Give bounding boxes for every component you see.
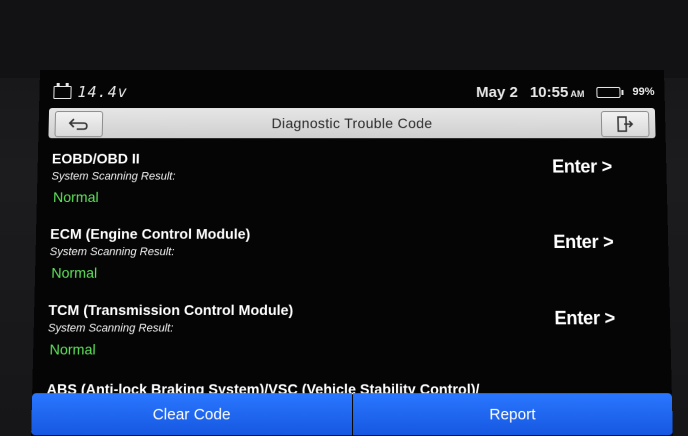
back-arrow-icon: [68, 118, 88, 130]
scan-label: System Scanning Result:: [47, 322, 174, 335]
clear-code-button[interactable]: Clear Code: [31, 393, 352, 436]
status-date: May 2: [476, 83, 518, 101]
scan-result: Normal: [49, 340, 96, 358]
battery-percent: 99%: [632, 85, 655, 98]
module-item-abs[interactable]: ABS (Anti-lock Braking System)/VSC (Vehi…: [32, 374, 672, 396]
module-item-tcm[interactable]: TCM (Transmission Control Module) System…: [33, 297, 672, 374]
exit-door-icon: [615, 115, 635, 133]
module-name: ECM (Engine Control Module): [50, 225, 251, 242]
title-bar: Diagnostic Trouble Code: [48, 108, 656, 139]
page-title: Diagnostic Trouble Code: [271, 115, 433, 132]
battery-icon: [596, 86, 621, 98]
status-ampm: AM: [570, 88, 585, 99]
car-battery-icon: [53, 85, 72, 99]
status-right: May 2 10:55 AM 99%: [476, 83, 655, 100]
report-button[interactable]: Report: [352, 393, 673, 436]
module-name: EOBD/OBD II: [51, 150, 140, 167]
device-photo: 14.4v May 2 10:55 AM 99% Diagnostic Troub…: [0, 0, 688, 436]
enter-button[interactable]: Enter >: [554, 308, 615, 330]
enter-button[interactable]: Enter >: [552, 156, 612, 177]
module-item-ecm[interactable]: ECM (Engine Control Module) System Scann…: [34, 221, 669, 297]
module-item-eobd[interactable]: EOBD/OBD II System Scanning Result: Norm…: [36, 146, 667, 221]
back-button[interactable]: [54, 111, 104, 138]
scan-result: Normal: [52, 188, 99, 206]
scan-result: Normal: [51, 264, 98, 281]
exit-button[interactable]: [600, 111, 650, 138]
status-clock: 10:55 AM: [530, 83, 585, 100]
scan-label: System Scanning Result:: [51, 170, 176, 183]
module-name: TCM (Transmission Control Module): [48, 301, 294, 319]
status-time: 10:55: [529, 83, 569, 101]
status-bar: 14.4v May 2 10:55 AM 99%: [53, 80, 655, 104]
enter-button[interactable]: Enter >: [553, 232, 614, 254]
scan-label: System Scanning Result:: [49, 245, 175, 259]
voltage-reading: 14.4v: [77, 82, 128, 101]
vehicle-voltage: 14.4v: [53, 83, 128, 101]
diagnostic-screen: 14.4v May 2 10:55 AM 99% Diagnostic Troub…: [30, 70, 674, 436]
device-bezel: [0, 0, 688, 78]
module-list: EOBD/OBD II System Scanning Result: Norm…: [32, 146, 672, 395]
bottom-button-bar: Clear Code Report: [31, 393, 673, 436]
